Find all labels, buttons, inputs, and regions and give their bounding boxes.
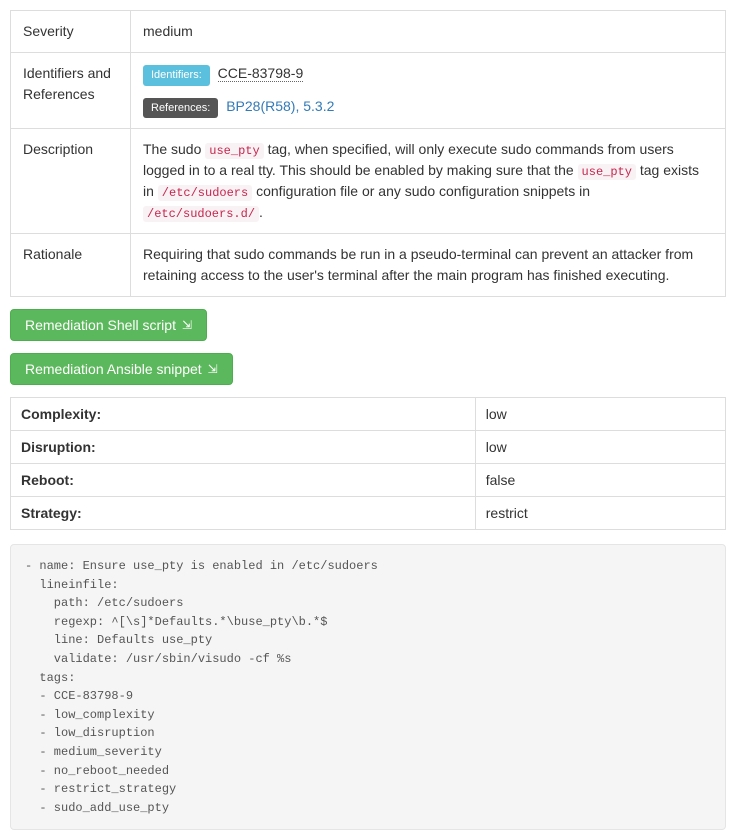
rationale-value: Requiring that sudo commands be run in a…	[131, 234, 726, 297]
severity-label: Severity	[11, 11, 131, 53]
info-table: Severity medium Identifiers and Referenc…	[10, 10, 726, 297]
complexity-row: Complexity: low	[11, 398, 726, 431]
severity-value: medium	[131, 11, 726, 53]
expand-icon: ⇲	[208, 363, 218, 375]
strategy-label: Strategy:	[11, 497, 476, 530]
ansible-code-block: - name: Ensure use_pty is enabled in /et…	[10, 544, 726, 830]
desc-text-1: The sudo	[143, 141, 205, 157]
references-link[interactable]: BP28(R58), 5.3.2	[226, 98, 334, 114]
properties-table: Complexity: low Disruption: low Reboot: …	[10, 397, 726, 530]
references-badge: References:	[143, 98, 218, 119]
expand-icon: ⇲	[182, 319, 192, 331]
reboot-row: Reboot: false	[11, 464, 726, 497]
description-label: Description	[11, 129, 131, 234]
desc-code-1: use_pty	[205, 143, 263, 159]
disruption-label: Disruption:	[11, 431, 476, 464]
desc-code-4: /etc/sudoers.d/	[143, 206, 259, 222]
strategy-value: restrict	[475, 497, 725, 530]
complexity-label: Complexity:	[11, 398, 476, 431]
desc-text-4: configuration file or any sudo configura…	[252, 183, 590, 199]
identifiers-label: Identifiers and References	[11, 53, 131, 129]
desc-code-3: /etc/sudoers	[158, 185, 252, 201]
strategy-row: Strategy: restrict	[11, 497, 726, 530]
reboot-value: false	[475, 464, 725, 497]
remediation-shell-label: Remediation Shell script	[25, 317, 176, 333]
reboot-label: Reboot:	[11, 464, 476, 497]
description-cell: The sudo use_pty tag, when specified, wi…	[131, 129, 726, 234]
identifiers-cell: Identifiers: CCE-83798-9 References: BP2…	[131, 53, 726, 129]
identifiers-badge: Identifiers:	[143, 65, 210, 86]
identifiers-row: Identifiers and References Identifiers: …	[11, 53, 726, 129]
desc-code-2: use_pty	[578, 164, 636, 180]
remediation-shell-button[interactable]: Remediation Shell script ⇲	[10, 309, 207, 341]
complexity-value: low	[475, 398, 725, 431]
description-row: Description The sudo use_pty tag, when s…	[11, 129, 726, 234]
desc-text-5: .	[259, 204, 263, 220]
identifier-link[interactable]: CCE-83798-9	[218, 65, 304, 82]
rationale-row: Rationale Requiring that sudo commands b…	[11, 234, 726, 297]
rationale-label: Rationale	[11, 234, 131, 297]
severity-row: Severity medium	[11, 11, 726, 53]
disruption-value: low	[475, 431, 725, 464]
remediation-ansible-button[interactable]: Remediation Ansible snippet ⇲	[10, 353, 233, 385]
disruption-row: Disruption: low	[11, 431, 726, 464]
remediation-ansible-label: Remediation Ansible snippet	[25, 361, 202, 377]
